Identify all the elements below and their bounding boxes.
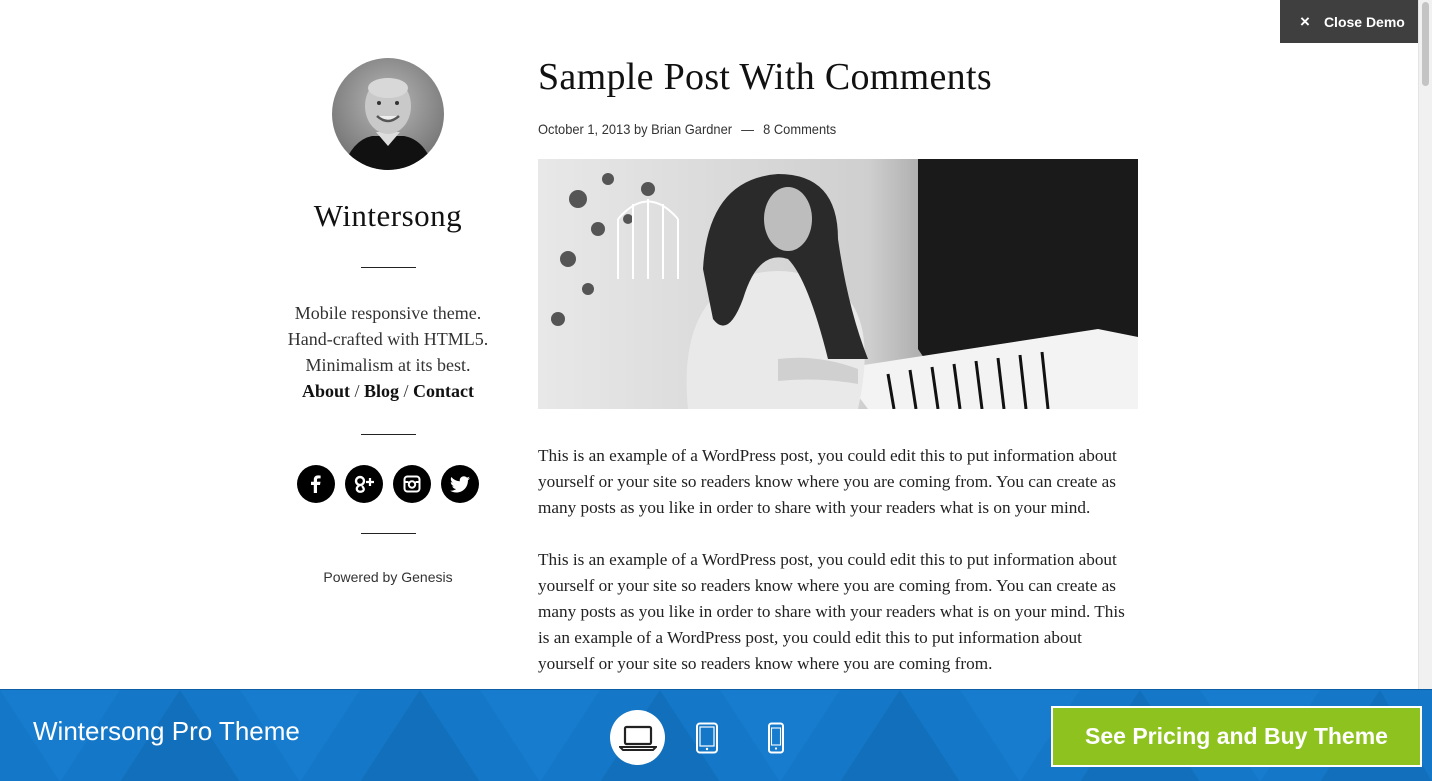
- instagram-icon: [403, 475, 421, 493]
- device-desktop-button[interactable]: [610, 710, 665, 765]
- divider: [360, 267, 416, 268]
- google-plus-button[interactable]: [345, 465, 383, 503]
- nav-separator: /: [354, 381, 360, 401]
- description-line: Hand-crafted with HTML5.: [287, 329, 489, 349]
- demo-bottom-bar: Wintersong Pro Theme See Pricing and Buy…: [0, 689, 1432, 781]
- featured-image: [538, 159, 1138, 409]
- site-description: Mobile responsive theme. Hand-crafted wi…: [258, 300, 518, 404]
- powered-by-text[interactable]: Powered by Genesis: [323, 569, 452, 585]
- nav-link-about[interactable]: About: [302, 381, 350, 401]
- page-scrollbar[interactable]: [1418, 0, 1432, 689]
- post-paragraph: This is an example of a WordPress post, …: [538, 550, 1125, 673]
- post-by: by: [633, 121, 648, 137]
- nav-link-blog[interactable]: Blog: [364, 381, 399, 401]
- close-icon: ×: [1300, 11, 1310, 31]
- post-content: This is an example of a WordPress post, …: [538, 443, 1138, 677]
- post-title[interactable]: Sample Post With Comments: [538, 55, 1138, 99]
- post-date: October 1, 2013: [538, 121, 631, 137]
- meta-separator: —: [741, 121, 755, 137]
- theme-name: Wintersong Pro Theme: [33, 716, 300, 746]
- description-line: Mobile responsive theme.: [294, 303, 482, 323]
- divider: [360, 533, 416, 534]
- facebook-button[interactable]: [297, 465, 335, 503]
- sidebar: Wintersong Mobile responsive theme. Hand…: [258, 58, 518, 585]
- device-tablet-button[interactable]: [679, 710, 734, 765]
- description-line: Minimalism at its best.: [305, 355, 471, 375]
- tablet-icon: [695, 722, 718, 753]
- nav-separator: /: [403, 381, 409, 401]
- device-phone-button[interactable]: [748, 710, 803, 765]
- sidebar-nav: About / Blog / Contact: [258, 378, 518, 404]
- phone-icon: [767, 722, 784, 753]
- post: Sample Post With Comments October 1, 201…: [538, 55, 1138, 703]
- facebook-icon: [311, 475, 321, 493]
- device-switcher: [610, 710, 803, 765]
- close-demo-label: Close Demo: [1323, 13, 1405, 30]
- post-comments-link[interactable]: 8 Comments: [763, 121, 836, 137]
- post-meta: October 1, 2013 by Brian Gardner — 8 Com…: [538, 121, 1090, 137]
- google-plus-icon: [354, 475, 374, 493]
- close-demo-button[interactable]: × Close Demo: [1280, 0, 1420, 43]
- nav-link-contact[interactable]: Contact: [413, 381, 474, 401]
- twitter-icon: [450, 475, 470, 492]
- buy-theme-button[interactable]: See Pricing and Buy Theme: [1051, 706, 1422, 767]
- post-paragraph: This is an example of a WordPress post, …: [538, 446, 1117, 517]
- divider: [360, 434, 416, 435]
- post-author-link[interactable]: Brian Gardner: [651, 121, 732, 137]
- social-links: [258, 465, 518, 503]
- avatar: [332, 58, 444, 170]
- laptop-icon: [618, 725, 657, 751]
- scrollbar-thumb[interactable]: [1422, 2, 1429, 86]
- powered-by: Powered by Genesis: [258, 569, 518, 585]
- site-title[interactable]: Wintersong: [258, 198, 518, 234]
- instagram-button[interactable]: [393, 465, 431, 503]
- twitter-button[interactable]: [441, 465, 479, 503]
